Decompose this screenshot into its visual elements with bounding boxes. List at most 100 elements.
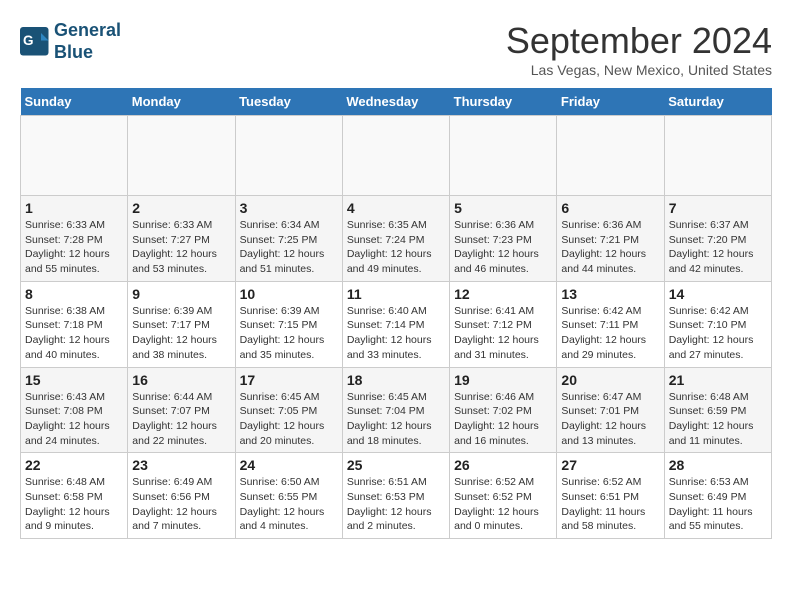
- logo-line2: Blue: [54, 42, 93, 62]
- table-row: 13 Sunrise: 6:42 AMSunset: 7:11 PMDayligh…: [557, 281, 664, 367]
- logo-icon: G: [20, 27, 50, 57]
- table-row: 25Sunrise: 6:51 AMSunset: 6:53 PMDayligh…: [342, 453, 449, 539]
- cell-info: Sunrise: 6:37 AMSunset: 7:20 PMDaylight:…: [669, 218, 767, 277]
- table-row: 9Sunrise: 6:39 AMSunset: 7:17 PMDaylight…: [128, 281, 235, 367]
- cell-info: Sunrise: 6:45 AMSunset: 7:04 PMDaylight:…: [347, 390, 445, 449]
- calendar-table: Sunday Monday Tuesday Wednesday Thursday…: [20, 88, 772, 539]
- cell-day-number: 11: [347, 286, 445, 302]
- logo: G General Blue: [20, 20, 121, 63]
- table-row: 15 Sunrise: 6:43 AMSunset: 7:08 PMDayligh…: [21, 367, 128, 453]
- table-row: 3 Sunrise: 6:34 AMSunset: 7:25 PMDaylight…: [235, 196, 342, 282]
- table-row: 16 Sunrise: 6:44 AMSunset: 7:07 PMDayligh…: [128, 367, 235, 453]
- cell-day-number: 27: [561, 457, 659, 473]
- table-row: 12 Sunrise: 6:41 AMSunset: 7:12 PMDayligh…: [450, 281, 557, 367]
- table-row: [21, 116, 128, 196]
- col-friday: Friday: [557, 88, 664, 116]
- table-row: [235, 116, 342, 196]
- cell-info: Sunrise: 6:36 AMSunset: 7:23 PMDaylight:…: [454, 218, 552, 277]
- cell-day-number: 15: [25, 372, 123, 388]
- cell-info: Sunrise: 6:47 AMSunset: 7:01 PMDaylight:…: [561, 390, 659, 449]
- cell-day-number: 21: [669, 372, 767, 388]
- table-row: 5 Sunrise: 6:36 AMSunset: 7:23 PMDaylight…: [450, 196, 557, 282]
- table-row: 19 Sunrise: 6:46 AMSunset: 7:02 PMDayligh…: [450, 367, 557, 453]
- cell-info: Sunrise: 6:42 AMSunset: 7:10 PMDaylight:…: [669, 304, 767, 363]
- title-block: September 2024 Las Vegas, New Mexico, Un…: [506, 20, 772, 78]
- cell-day-number: 8: [25, 286, 123, 302]
- table-row: 20 Sunrise: 6:47 AMSunset: 7:01 PMDayligh…: [557, 367, 664, 453]
- cell-info: Sunrise: 6:48 AMSunset: 6:59 PMDaylight:…: [669, 390, 767, 449]
- cell-day-number: 12: [454, 286, 552, 302]
- cell-day-number: 6: [561, 200, 659, 216]
- table-row: 7 Sunrise: 6:37 AMSunset: 7:20 PMDaylight…: [664, 196, 771, 282]
- calendar-week-row: 15 Sunrise: 6:43 AMSunset: 7:08 PMDayligh…: [21, 367, 772, 453]
- col-saturday: Saturday: [664, 88, 771, 116]
- cell-info: Sunrise: 6:48 AMSunset: 6:58 PMDaylight:…: [25, 475, 123, 534]
- cell-info: Sunrise: 6:46 AMSunset: 7:02 PMDaylight:…: [454, 390, 552, 449]
- cell-day-number: 14: [669, 286, 767, 302]
- cell-day-number: 28: [669, 457, 767, 473]
- cell-info: Sunrise: 6:53 AMSunset: 6:49 PMDaylight:…: [669, 475, 767, 534]
- cell-info: Sunrise: 6:42 AMSunset: 7:11 PMDaylight:…: [561, 304, 659, 363]
- table-row: 2 Sunrise: 6:33 AMSunset: 7:27 PMDaylight…: [128, 196, 235, 282]
- cell-info: Sunrise: 6:52 AMSunset: 6:51 PMDaylight:…: [561, 475, 659, 534]
- cell-info: Sunrise: 6:39 AMSunset: 7:15 PMDaylight:…: [240, 304, 338, 363]
- col-thursday: Thursday: [450, 88, 557, 116]
- cell-info: Sunrise: 6:49 AMSunset: 6:56 PMDaylight:…: [132, 475, 230, 534]
- cell-info: Sunrise: 6:36 AMSunset: 7:21 PMDaylight:…: [561, 218, 659, 277]
- calendar-header-row: Sunday Monday Tuesday Wednesday Thursday…: [21, 88, 772, 116]
- calendar-week-row: 8 Sunrise: 6:38 AMSunset: 7:18 PMDaylight…: [21, 281, 772, 367]
- cell-day-number: 22: [25, 457, 123, 473]
- table-row: [128, 116, 235, 196]
- table-row: [664, 116, 771, 196]
- table-row: 4Sunrise: 6:35 AMSunset: 7:24 PMDaylight…: [342, 196, 449, 282]
- table-row: 8 Sunrise: 6:38 AMSunset: 7:18 PMDaylight…: [21, 281, 128, 367]
- table-row: 26Sunrise: 6:52 AMSunset: 6:52 PMDayligh…: [450, 453, 557, 539]
- table-row: 22 Sunrise: 6:48 AMSunset: 6:58 PMDayligh…: [21, 453, 128, 539]
- calendar-week-row: 1 Sunrise: 6:33 AMSunset: 7:28 PMDaylight…: [21, 196, 772, 282]
- cell-info: Sunrise: 6:40 AMSunset: 7:14 PMDaylight:…: [347, 304, 445, 363]
- col-sunday: Sunday: [21, 88, 128, 116]
- cell-info: Sunrise: 6:41 AMSunset: 7:12 PMDaylight:…: [454, 304, 552, 363]
- page-header: G General Blue September 2024 Las Vegas,…: [20, 20, 772, 78]
- cell-day-number: 26: [454, 457, 552, 473]
- cell-info: Sunrise: 6:33 AMSunset: 7:27 PMDaylight:…: [132, 218, 230, 277]
- col-tuesday: Tuesday: [235, 88, 342, 116]
- cell-day-number: 17: [240, 372, 338, 388]
- cell-day-number: 24: [240, 457, 338, 473]
- cell-info: Sunrise: 6:44 AMSunset: 7:07 PMDaylight:…: [132, 390, 230, 449]
- cell-day-number: 2: [132, 200, 230, 216]
- cell-info: Sunrise: 6:51 AMSunset: 6:53 PMDaylight:…: [347, 475, 445, 534]
- table-row: 21 Sunrise: 6:48 AMSunset: 6:59 PMDayligh…: [664, 367, 771, 453]
- svg-text:G: G: [23, 33, 34, 48]
- cell-day-number: 1: [25, 200, 123, 216]
- table-row: 28 Sunrise: 6:53 AMSunset: 6:49 PMDayligh…: [664, 453, 771, 539]
- table-row: [450, 116, 557, 196]
- cell-day-number: 3: [240, 200, 338, 216]
- cell-day-number: 16: [132, 372, 230, 388]
- cell-day-number: 10: [240, 286, 338, 302]
- table-row: 1 Sunrise: 6:33 AMSunset: 7:28 PMDaylight…: [21, 196, 128, 282]
- table-row: 24Sunrise: 6:50 AMSunset: 6:55 PMDayligh…: [235, 453, 342, 539]
- cell-info: Sunrise: 6:33 AMSunset: 7:28 PMDaylight:…: [25, 218, 123, 277]
- col-monday: Monday: [128, 88, 235, 116]
- cell-day-number: 5: [454, 200, 552, 216]
- table-row: [342, 116, 449, 196]
- month-title: September 2024: [506, 20, 772, 62]
- cell-info: Sunrise: 6:34 AMSunset: 7:25 PMDaylight:…: [240, 218, 338, 277]
- calendar-week-row: [21, 116, 772, 196]
- location-title: Las Vegas, New Mexico, United States: [506, 62, 772, 78]
- cell-info: Sunrise: 6:38 AMSunset: 7:18 PMDaylight:…: [25, 304, 123, 363]
- table-row: 18 Sunrise: 6:45 AMSunset: 7:04 PMDayligh…: [342, 367, 449, 453]
- cell-info: Sunrise: 6:43 AMSunset: 7:08 PMDaylight:…: [25, 390, 123, 449]
- cell-day-number: 20: [561, 372, 659, 388]
- table-row: [557, 116, 664, 196]
- col-wednesday: Wednesday: [342, 88, 449, 116]
- cell-day-number: 13: [561, 286, 659, 302]
- cell-day-number: 19: [454, 372, 552, 388]
- table-row: 27 Sunrise: 6:52 AMSunset: 6:51 PMDayligh…: [557, 453, 664, 539]
- cell-day-number: 4: [347, 200, 445, 216]
- cell-day-number: 7: [669, 200, 767, 216]
- table-row: 6 Sunrise: 6:36 AMSunset: 7:21 PMDaylight…: [557, 196, 664, 282]
- cell-day-number: 9: [132, 286, 230, 302]
- cell-day-number: 18: [347, 372, 445, 388]
